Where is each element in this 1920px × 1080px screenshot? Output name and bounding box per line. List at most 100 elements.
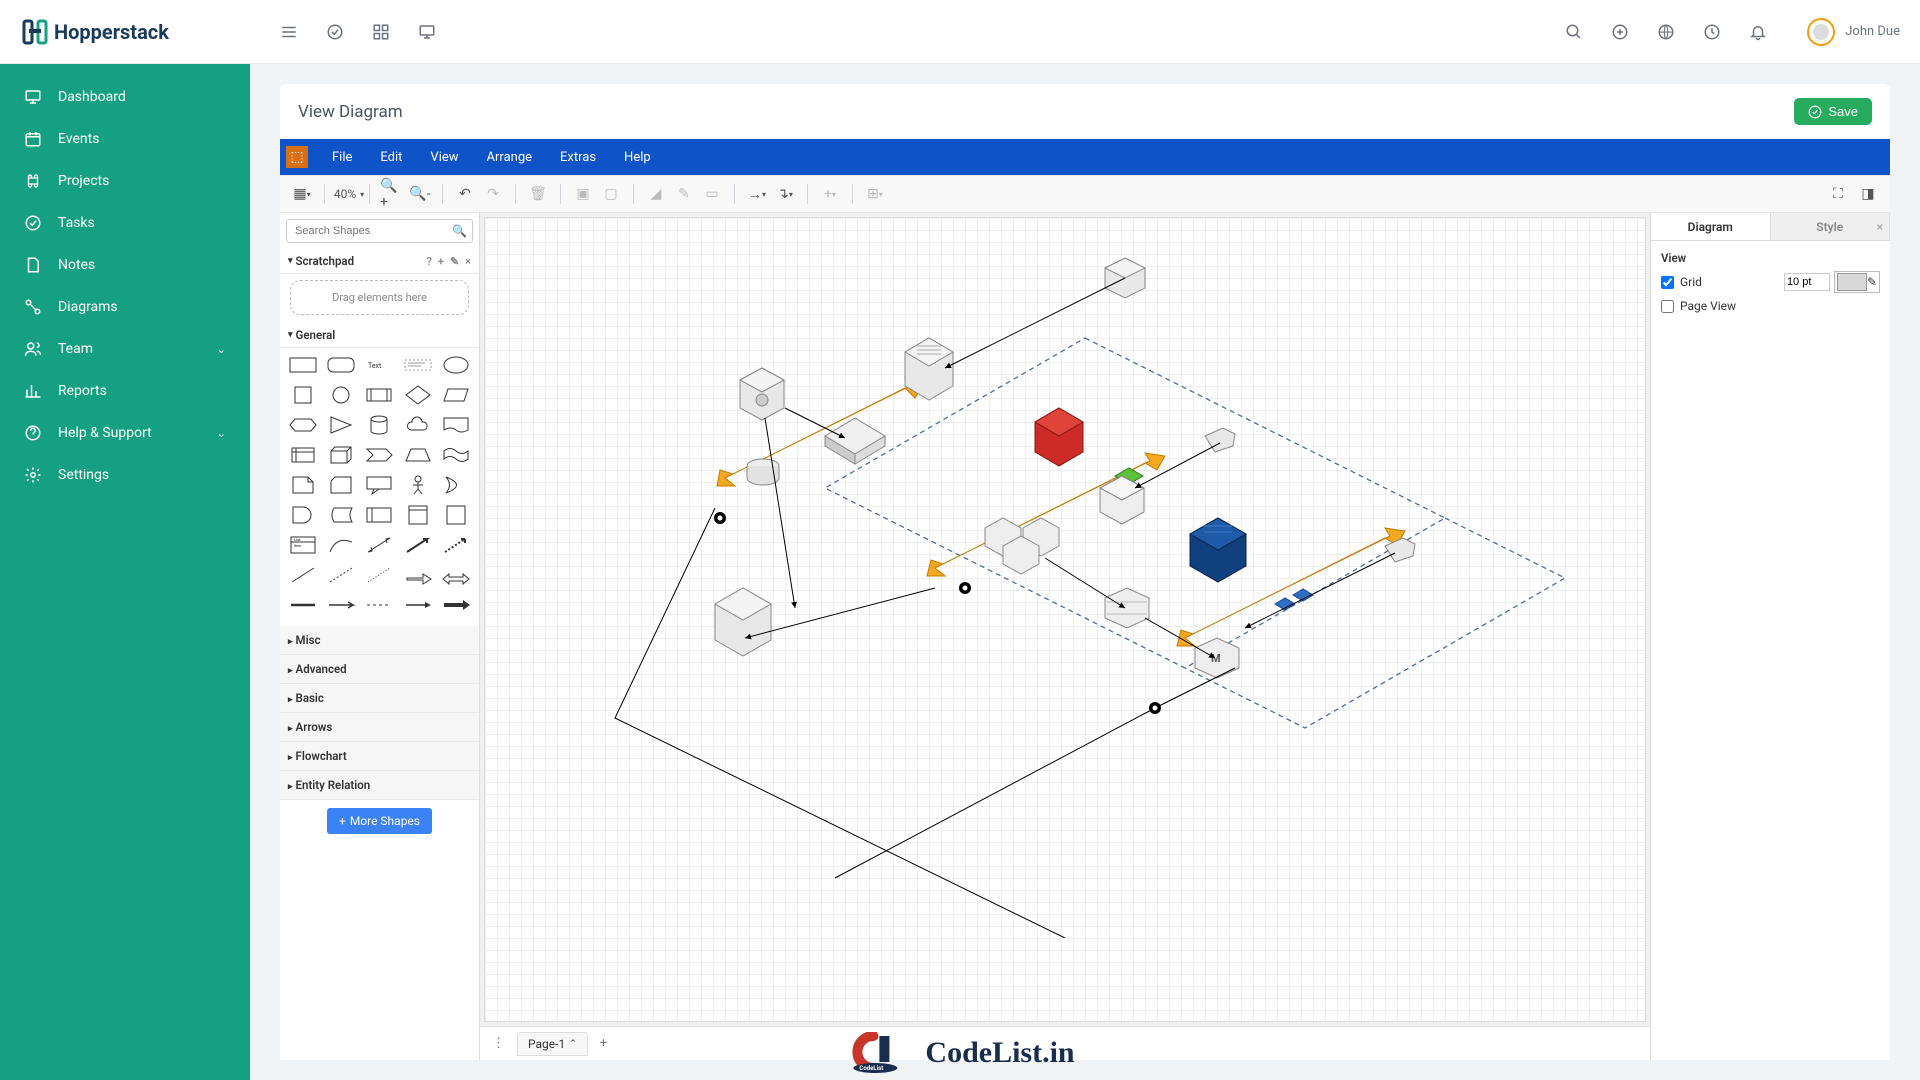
search-shapes-input[interactable] xyxy=(286,219,473,243)
shape-container-h[interactable] xyxy=(364,504,394,526)
shape-note[interactable] xyxy=(288,474,318,496)
save-button[interactable]: Save xyxy=(1794,98,1872,125)
pages-menu-icon[interactable]: ⋮ xyxy=(486,1036,511,1051)
menu-file[interactable]: File xyxy=(318,150,366,165)
shape-curve[interactable] xyxy=(326,534,356,556)
shape-ellipse[interactable] xyxy=(441,354,471,376)
section-basic[interactable]: ▸Basic xyxy=(280,684,479,713)
shape-connector-2[interactable] xyxy=(326,594,356,616)
tab-style[interactable]: Style× xyxy=(1771,213,1891,240)
close-icon[interactable]: × xyxy=(465,255,471,268)
shape-textbox[interactable] xyxy=(403,354,433,376)
menu-edit[interactable]: Edit xyxy=(366,150,416,165)
sidebar-item-help[interactable]: Help & Support⌄ xyxy=(0,412,250,454)
sidebar-item-notes[interactable]: Notes xyxy=(0,244,250,286)
monitor-icon[interactable] xyxy=(418,23,436,41)
search-icon[interactable]: 🔍 xyxy=(452,224,467,238)
sidebar-item-tasks[interactable]: Tasks xyxy=(0,202,250,244)
sidebar-item-diagrams[interactable]: Diagrams xyxy=(0,286,250,328)
section-advanced[interactable]: ▸Advanced xyxy=(280,655,479,684)
shape-cube[interactable] xyxy=(326,444,356,466)
menu-extras[interactable]: Extras xyxy=(546,150,610,165)
shape-data-storage[interactable] xyxy=(326,504,356,526)
connection-button[interactable]: →▾ xyxy=(745,182,769,206)
shadow-button[interactable]: ▭ xyxy=(700,182,724,206)
shape-link-arrow[interactable] xyxy=(403,564,433,586)
grid-color-button[interactable]: ✎ xyxy=(1834,271,1880,293)
more-shapes-button[interactable]: + More Shapes xyxy=(327,808,432,834)
shape-cylinder[interactable] xyxy=(364,414,394,436)
close-icon[interactable]: × xyxy=(1877,220,1883,234)
section-arrows[interactable]: ▸Arrows xyxy=(280,713,479,742)
help-icon[interactable]: ? xyxy=(426,255,431,268)
shape-callout[interactable] xyxy=(364,474,394,496)
menu-help[interactable]: Help xyxy=(610,150,665,165)
sidebar-item-events[interactable]: Events xyxy=(0,118,250,160)
shape-dashed-line[interactable] xyxy=(326,564,356,586)
shape-link-bi-arrow[interactable] xyxy=(441,564,471,586)
to-back-button[interactable]: ▢ xyxy=(599,182,623,206)
section-entity-relation[interactable]: ▸Entity Relation xyxy=(280,771,479,800)
clock-icon[interactable] xyxy=(1703,23,1721,41)
zoom-out-button[interactable]: 🔍- xyxy=(408,182,432,206)
sidebar-item-settings[interactable]: Settings xyxy=(0,454,250,496)
view-sidebar-button[interactable]: ▦▾ xyxy=(290,182,314,206)
format-panel-button[interactable]: ◨ xyxy=(1856,182,1880,206)
shape-rect[interactable] xyxy=(288,354,318,376)
general-section[interactable]: ▾ General xyxy=(280,323,479,348)
add-icon[interactable]: + xyxy=(438,255,444,268)
shape-dotted-line[interactable] xyxy=(364,564,394,586)
globe-icon[interactable] xyxy=(1657,23,1675,41)
shape-tape[interactable] xyxy=(441,444,471,466)
shape-hexagon[interactable] xyxy=(288,414,318,436)
shape-process[interactable] xyxy=(364,384,394,406)
grid-size-input[interactable] xyxy=(1784,273,1830,291)
shape-dashed-arrow[interactable] xyxy=(441,534,471,556)
sidebar-item-projects[interactable]: Projects xyxy=(0,160,250,202)
insert-button[interactable]: +▾ xyxy=(818,182,842,206)
shape-arrow[interactable] xyxy=(403,534,433,556)
shape-container[interactable] xyxy=(441,504,471,526)
to-front-button[interactable]: ▣ xyxy=(571,182,595,206)
section-misc[interactable]: ▸Misc xyxy=(280,626,479,655)
plus-circle-icon[interactable] xyxy=(1611,23,1629,41)
shape-diamond[interactable] xyxy=(403,384,433,406)
scratchpad-section[interactable]: ▾ Scratchpad ? + ✎ × xyxy=(280,249,479,274)
pageview-checkbox[interactable] xyxy=(1661,300,1674,313)
shape-and[interactable] xyxy=(288,504,318,526)
page-tab-1[interactable]: Page-1 ⌃ xyxy=(517,1032,588,1056)
fullscreen-button[interactable]: ⛶ xyxy=(1826,182,1850,206)
menu-view[interactable]: View xyxy=(416,150,472,165)
edit-icon[interactable]: ✎ xyxy=(450,255,459,268)
section-flowchart[interactable]: ▸Flowchart xyxy=(280,742,479,771)
check-circle-icon[interactable] xyxy=(326,23,344,41)
shape-bidirectional-arrow[interactable] xyxy=(364,534,394,556)
hamburger-icon[interactable] xyxy=(280,23,298,41)
shape-internal-storage[interactable] xyxy=(288,444,318,466)
shape-cloud[interactable] xyxy=(403,414,433,436)
scratchpad-drop[interactable]: Drag elements here xyxy=(290,280,469,315)
shape-circle[interactable] xyxy=(326,384,356,406)
shape-line[interactable] xyxy=(288,564,318,586)
canvas[interactable]: M xyxy=(484,217,1646,1022)
delete-button[interactable]: 🗑 xyxy=(526,182,550,206)
redo-button[interactable]: ↷ xyxy=(481,182,505,206)
table-button[interactable]: ⊞▾ xyxy=(863,182,887,206)
shape-list[interactable]: ListItem xyxy=(288,534,318,556)
shape-rounded-rect[interactable] xyxy=(326,354,356,376)
bell-icon[interactable] xyxy=(1749,23,1767,41)
shape-square[interactable] xyxy=(288,384,318,406)
menu-arrange[interactable]: Arrange xyxy=(473,150,546,165)
shape-container-v[interactable] xyxy=(403,504,433,526)
grid-icon[interactable] xyxy=(372,23,390,41)
undo-button[interactable]: ↶ xyxy=(453,182,477,206)
user-area[interactable]: John Due xyxy=(1807,18,1900,46)
tab-diagram[interactable]: Diagram xyxy=(1651,213,1771,240)
zoom-in-button[interactable]: 🔍+ xyxy=(380,182,404,206)
shape-connector-5[interactable] xyxy=(441,594,471,616)
line-button[interactable]: ✎ xyxy=(672,182,696,206)
waypoint-button[interactable]: ↴▾ xyxy=(773,182,797,206)
shape-trapezoid[interactable] xyxy=(403,444,433,466)
search-icon[interactable] xyxy=(1565,23,1583,41)
zoom-dropdown[interactable]: 40%▾ xyxy=(335,182,359,206)
